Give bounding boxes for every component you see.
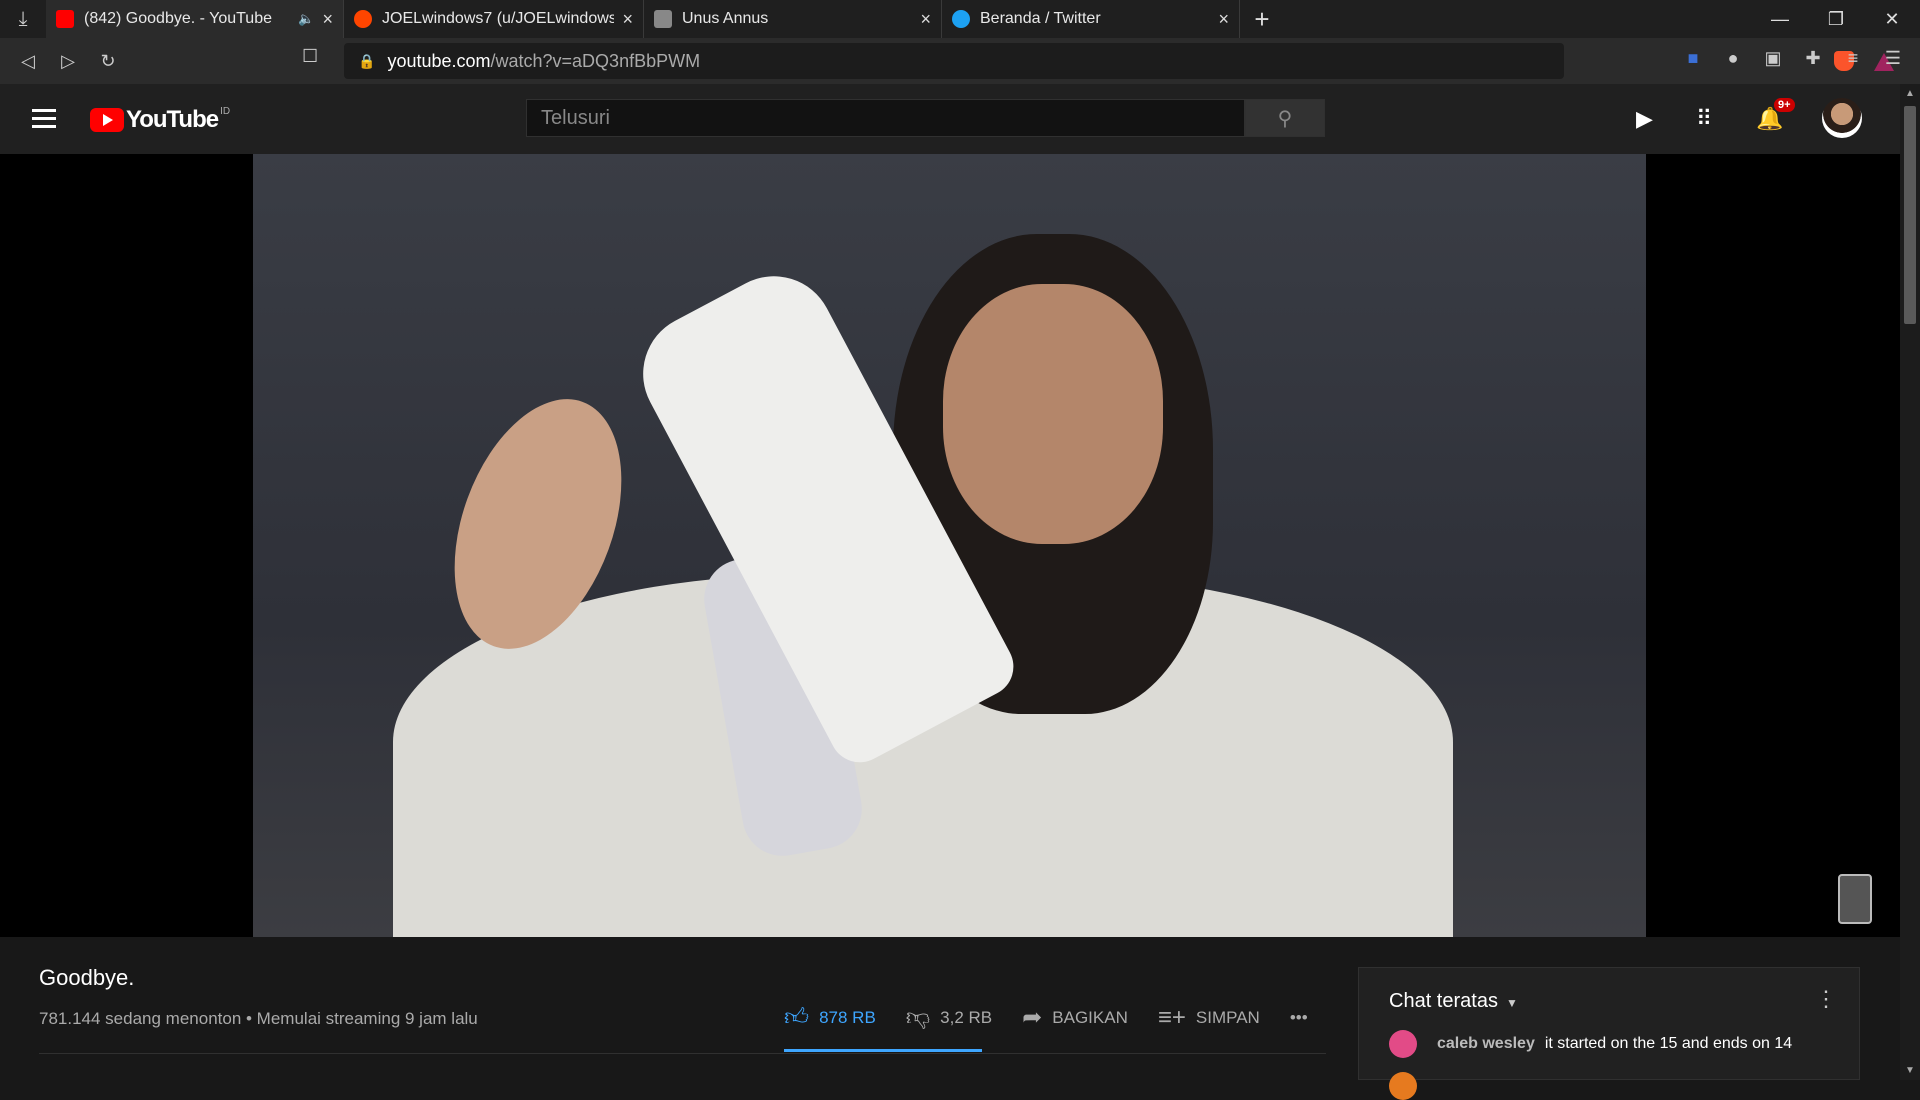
video-title: Goodbye. xyxy=(39,965,135,990)
minimize-icon[interactable]: — xyxy=(1752,0,1808,38)
page-scrollbar[interactable]: ▲ ▼ xyxy=(1900,84,1920,1080)
more-icon: ••• xyxy=(1289,1007,1308,1027)
chat-avatar xyxy=(1389,1030,1417,1058)
logo-text: YouTube xyxy=(126,106,219,133)
unus-annus-favicon-icon xyxy=(654,10,672,28)
share-label: BAGIKAN xyxy=(1052,1007,1128,1027)
extension-icon[interactable]: ▣ xyxy=(1762,48,1784,70)
url-host: youtube.com xyxy=(387,50,491,71)
chat-more-options-icon[interactable]: ⋮ xyxy=(1815,986,1837,1012)
reload-icon[interactable]: ↻ xyxy=(88,51,128,72)
chat-author[interactable]: caleb wesley xyxy=(1437,1035,1535,1053)
live-chat-panel: Chat teratas ▼ ⋮ caleb wesley it started … xyxy=(1358,967,1860,1100)
lock-icon: 🔒 xyxy=(358,52,376,69)
scroll-up-icon[interactable]: ▲ xyxy=(1900,88,1920,99)
video-frame[interactable] xyxy=(253,154,1646,937)
download-icon[interactable]: ⤓ xyxy=(0,0,46,38)
forward-icon[interactable]: ▷ xyxy=(48,51,88,72)
search-box xyxy=(526,99,1245,137)
avatar[interactable] xyxy=(1822,98,1862,138)
youtube-favicon-icon xyxy=(56,10,74,28)
share-button[interactable]: ➦ BAGIKAN xyxy=(1022,1003,1128,1032)
tab-title: Unus Annus xyxy=(682,10,769,27)
close-tab-icon[interactable]: × xyxy=(622,9,633,30)
add-to-playlist-icon: ≡+ xyxy=(1157,1003,1186,1031)
thumbs-down-icon: 👎︎ xyxy=(905,1003,931,1031)
chevron-down-icon: ▼ xyxy=(1505,996,1518,1010)
hamburger-menu-icon[interactable] xyxy=(32,109,56,133)
save-label: SIMPAN xyxy=(1195,1007,1260,1027)
window-controls: — ❐ ✕ xyxy=(1752,0,1920,38)
more-actions-button[interactable]: ••• xyxy=(1290,1008,1308,1028)
tab-title: JOELwindows7 (u/JOELwindows7) - xyxy=(382,10,615,27)
chat-mode-dropdown[interactable]: Chat teratas ▼ xyxy=(1389,990,1518,1013)
share-icon: ➦ xyxy=(1022,1004,1043,1031)
thumbs-up-icon: 👍︎ xyxy=(784,1003,810,1031)
new-tab-button[interactable]: + xyxy=(1240,4,1284,35)
tab-title: Beranda / Twitter xyxy=(980,10,1101,27)
tab-twitter[interactable]: Beranda / Twitter × xyxy=(942,0,1240,38)
back-icon[interactable]: ◁ xyxy=(8,51,48,72)
dislike-button[interactable]: 👎︎ 3,2 RB xyxy=(906,1004,992,1032)
video-actions: 👍︎ 878 RB 👎︎ 3,2 RB ➦ BAGIKAN ≡+ SIMPAN … xyxy=(784,1003,1338,1032)
apps-grid-icon[interactable]: ⠿ xyxy=(1696,106,1712,132)
notification-badge: 9+ xyxy=(1774,98,1795,112)
video-meta: 781.144 sedang menonton • Memulai stream… xyxy=(39,1009,478,1028)
close-tab-icon[interactable]: × xyxy=(920,9,931,30)
channel-watermark-icon[interactable] xyxy=(1838,874,1872,924)
chat-header-label: Chat teratas xyxy=(1389,990,1498,1012)
browser-tab-bar: ⤓ (842) Goodbye. - YouTube 🔈 × JOELwindo… xyxy=(0,0,1920,38)
youtube-header: YouTube ID ⚲ ▶︎ ⠿ 🔔 9+ xyxy=(0,84,1900,154)
search-button[interactable]: ⚲ xyxy=(1245,99,1325,137)
menu-icon[interactable]: ☰ xyxy=(1882,48,1904,70)
video-player[interactable] xyxy=(0,154,1900,937)
scroll-thumb[interactable] xyxy=(1904,106,1916,324)
chat-text: it started on the 15 and ends on 14 xyxy=(1544,1035,1793,1052)
browser-toolbar: ◁ ▷ ↻ ☐ 🔒 youtube.com/watch?v=aDQ3nfBbPW… xyxy=(0,38,1920,84)
puzzle-extensions-icon[interactable]: ✚ xyxy=(1802,48,1824,70)
chat-avatar xyxy=(1389,1072,1417,1100)
youtube-play-logo-icon xyxy=(90,108,124,132)
logo-region: ID xyxy=(220,106,231,117)
tab-unus-annus[interactable]: Unus Annus × xyxy=(644,0,942,38)
close-window-icon[interactable]: ✕ xyxy=(1864,0,1920,38)
like-count: 878 RB xyxy=(819,1007,876,1027)
close-tab-icon[interactable]: × xyxy=(322,9,333,30)
reddit-favicon-icon xyxy=(354,10,372,28)
tab-title: (842) Goodbye. - YouTube xyxy=(84,10,272,27)
bookmark-icon[interactable]: ☐ xyxy=(302,46,318,67)
twitter-favicon-icon xyxy=(952,10,970,28)
search-input[interactable] xyxy=(541,106,1244,130)
address-bar[interactable]: 🔒 youtube.com/watch?v=aDQ3nfBbPWM xyxy=(344,43,1894,79)
close-tab-icon[interactable]: × xyxy=(1218,9,1229,30)
video-figure-face xyxy=(943,284,1163,544)
url-path: /watch?v=aDQ3nfBbPWM xyxy=(490,50,701,71)
like-button[interactable]: 👍︎ 878 RB xyxy=(784,1004,876,1032)
dislike-count: 3,2 RB xyxy=(940,1007,993,1027)
playlist-icon[interactable]: ≡ xyxy=(1842,48,1864,70)
bitwarden-extension-icon[interactable]: ■ xyxy=(1682,48,1704,70)
tab-reddit[interactable]: JOELwindows7 (u/JOELwindows7) - × xyxy=(344,0,644,38)
create-video-icon[interactable]: ▶︎ xyxy=(1636,106,1653,132)
sentiment-bar xyxy=(784,1049,982,1052)
tab-youtube[interactable]: (842) Goodbye. - YouTube 🔈 × xyxy=(46,0,344,38)
restore-icon[interactable]: ❐ xyxy=(1808,0,1864,38)
search-icon: ⚲ xyxy=(1277,107,1293,130)
save-button[interactable]: ≡+ SIMPAN xyxy=(1158,1004,1260,1032)
youtube-logo[interactable]: YouTube ID xyxy=(90,106,230,134)
chat-message: caleb wesley it started on the 15 and en… xyxy=(1389,1030,1792,1058)
extension-icon[interactable]: ● xyxy=(1722,48,1744,70)
scroll-down-icon[interactable]: ▼ xyxy=(1900,1065,1920,1076)
speaker-icon[interactable]: 🔈 xyxy=(298,11,314,27)
divider xyxy=(39,1053,1326,1054)
